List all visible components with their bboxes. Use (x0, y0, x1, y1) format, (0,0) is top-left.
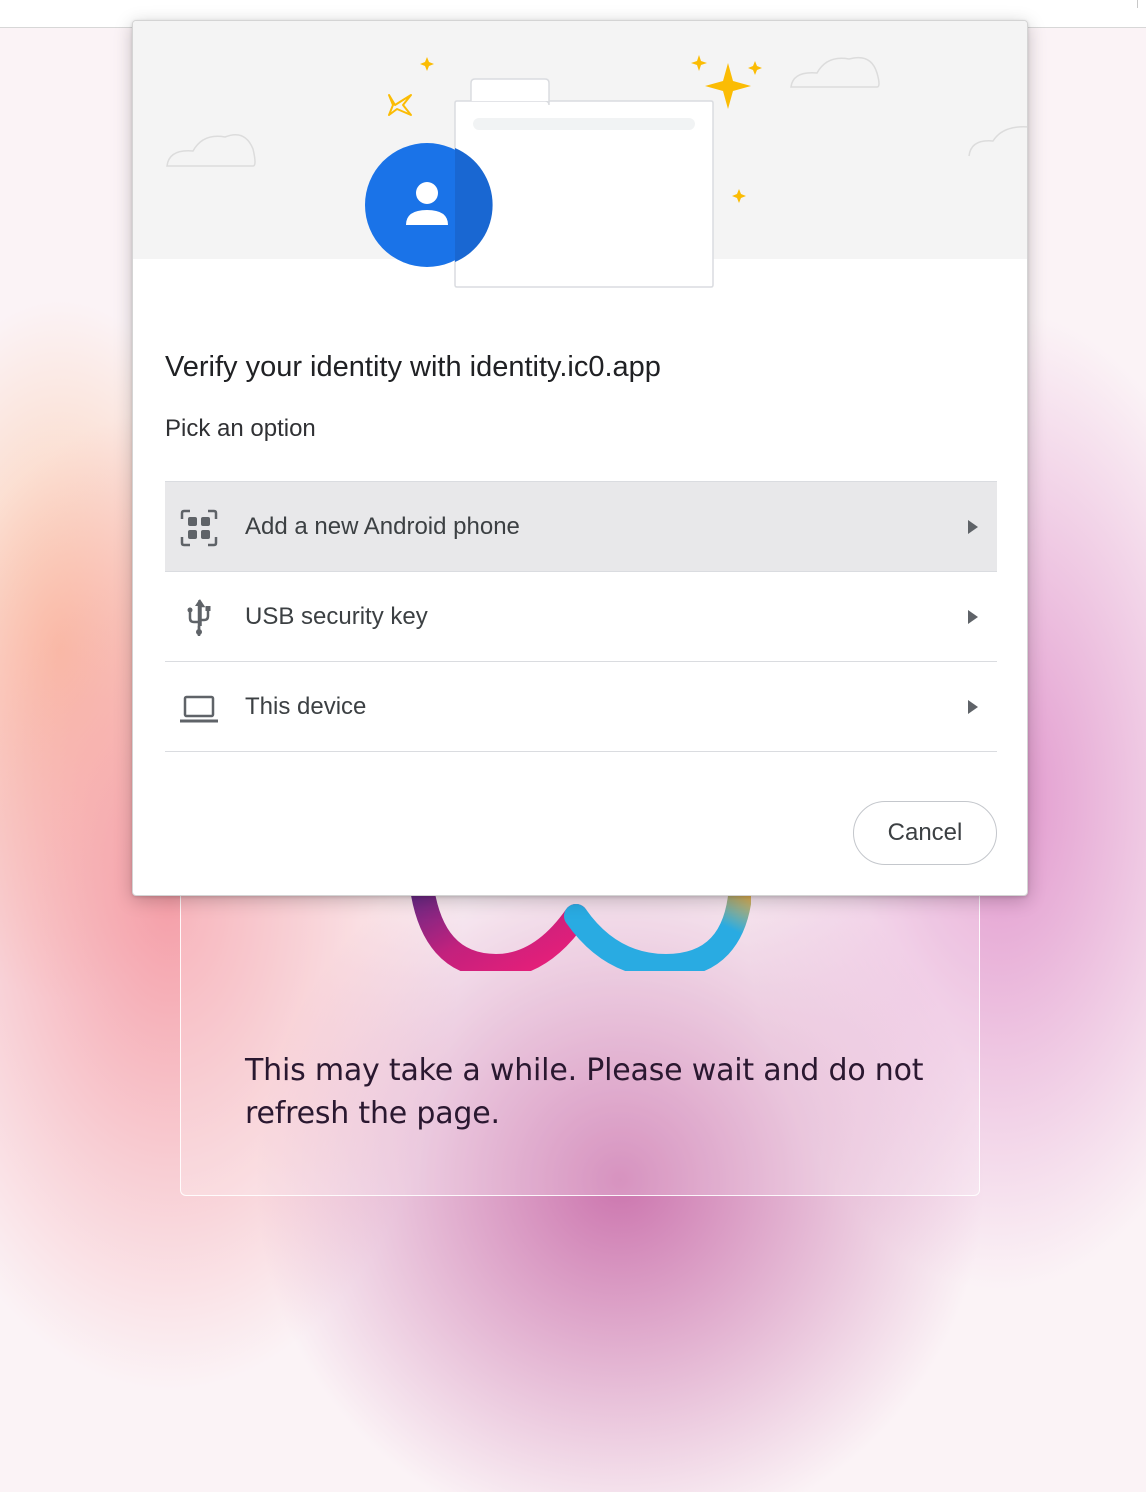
chevron-right-icon (968, 700, 978, 714)
usb-icon (187, 599, 211, 636)
identity-illustration (166, 55, 1027, 288)
option-label: This device (245, 693, 367, 720)
option-this-device[interactable]: This device (165, 662, 997, 752)
option-usb-security-key[interactable]: USB security key (165, 572, 997, 662)
wait-message: This may take a while. Please wait and d… (245, 1053, 924, 1131)
option-label: USB security key (245, 603, 428, 630)
option-label: Add a new Android phone (245, 513, 520, 540)
dialog-title: Verify your identity with identity.ic0.a… (165, 351, 661, 383)
cancel-button[interactable]: Cancel (853, 801, 997, 865)
option-android-phone[interactable]: Add a new Android phone (165, 482, 997, 572)
option-list: Add a new Android phone USB security key (165, 481, 997, 752)
chevron-right-icon (968, 520, 978, 534)
dialog-subtitle: Pick an option (165, 415, 316, 442)
chevron-right-icon (968, 610, 978, 624)
qr-code-icon (180, 509, 218, 547)
webauthn-dialog: Verify your identity with identity.ic0.a… (132, 20, 1028, 896)
laptop-icon (180, 695, 218, 723)
